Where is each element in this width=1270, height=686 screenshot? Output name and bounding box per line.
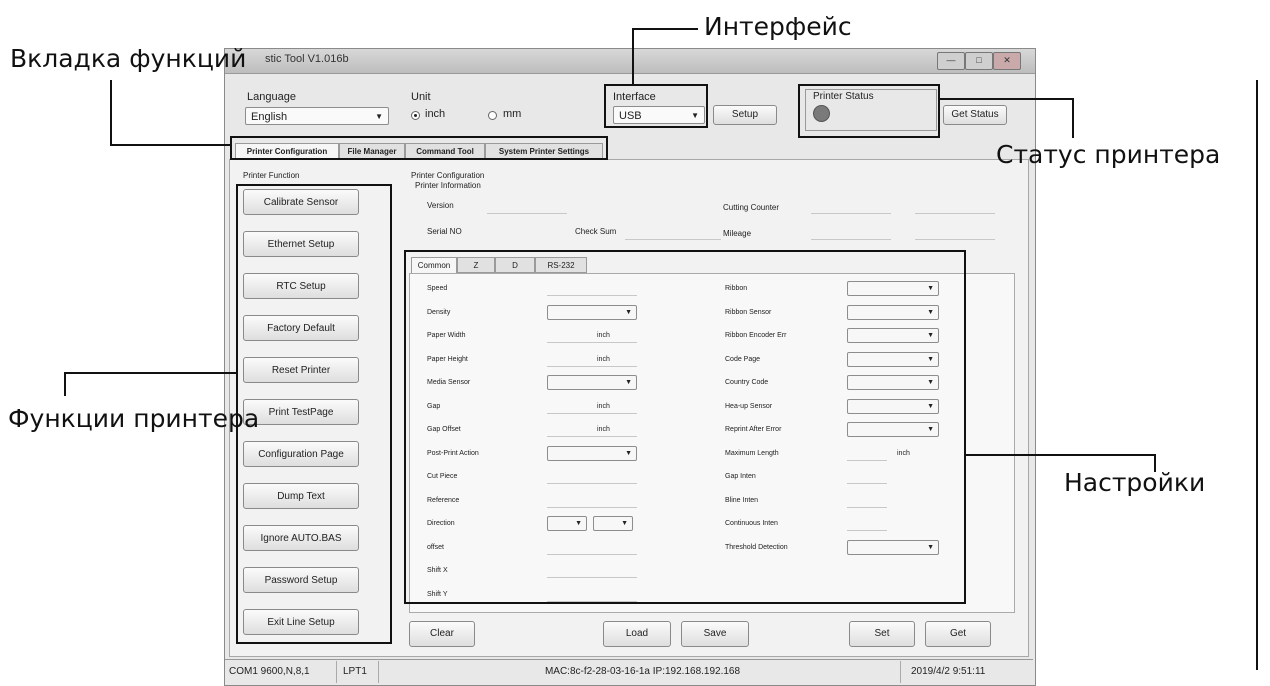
close-button[interactable]: ✕ [993,52,1021,70]
printer-info-title: Printer Information [415,181,481,190]
status-lpt: LPT1 [339,661,379,683]
annotation-tab-functions: Вкладка функций [10,44,247,73]
set-button[interactable]: Set [849,621,915,647]
leader-line [1072,98,1074,138]
annotation-interface: Интерфейс [704,12,852,41]
annotation-printer-functions: Функции принтера [8,404,260,433]
load-button[interactable]: Load [603,621,671,647]
checksum-field [625,239,721,240]
leader-line [632,28,698,30]
status-com: COM1 9600,N,8,1 [225,661,337,683]
leader-line [110,144,232,146]
settings-highlight-frame [404,250,966,604]
mileage-field-2 [915,239,995,240]
title-bar: stic Tool V1.016b — □ ✕ [225,49,1035,74]
version-label: Version [427,201,454,210]
cutting-counter-label: Cutting Counter [723,203,780,212]
leader-line [110,80,112,146]
leader-line [938,98,1074,100]
tabs-highlight-frame [230,136,608,160]
language-label: Language [247,91,296,103]
status-highlight-frame [798,84,940,138]
maximize-button[interactable]: □ [965,52,993,70]
config-title: Printer Configuration [411,171,485,180]
serial-label: Serial NO [427,227,462,236]
leader-line [64,372,238,374]
chevron-down-icon: ▼ [375,112,383,121]
version-field [487,213,567,214]
unit-label: Unit [411,91,431,103]
printer-function-label: Printer Function [243,171,300,180]
annotation-settings: Настройки [1064,468,1206,497]
interface-highlight-frame [604,84,708,128]
mileage-label: Mileage [723,229,752,238]
window-title: stic Tool V1.016b [265,53,349,65]
cutting-counter-field-2 [915,213,995,214]
unit-mm-label: mm [503,108,522,120]
leader-line [64,372,66,396]
get-button[interactable]: Get [925,621,991,647]
unit-inch-label: inch [425,108,446,120]
status-datetime: 2019/4/2 9:51:11 [911,666,986,677]
leader-line [966,454,1156,456]
leader-line [632,28,634,86]
get-status-button[interactable]: Get Status [943,105,1007,125]
annotation-printer-status: Статус принтера [996,140,1221,169]
status-network: MAC:8c-f2-28-03-16-1a IP:192.168.192.168 [381,661,901,683]
language-value: English [251,111,288,123]
edge-line [1256,80,1258,670]
clear-button[interactable]: Clear [409,621,475,647]
unit-inch-radio[interactable] [411,111,420,120]
unit-mm-radio[interactable] [488,111,497,120]
mileage-field [811,239,891,240]
language-select[interactable]: English ▼ [245,107,389,125]
minimize-button[interactable]: — [937,52,965,70]
checksum-label: Check Sum [575,227,617,236]
save-button[interactable]: Save [681,621,749,647]
setup-button[interactable]: Setup [713,105,777,125]
statusbar-divider [225,659,1033,660]
cutting-counter-field [811,213,891,214]
functions-highlight-frame [236,184,392,644]
